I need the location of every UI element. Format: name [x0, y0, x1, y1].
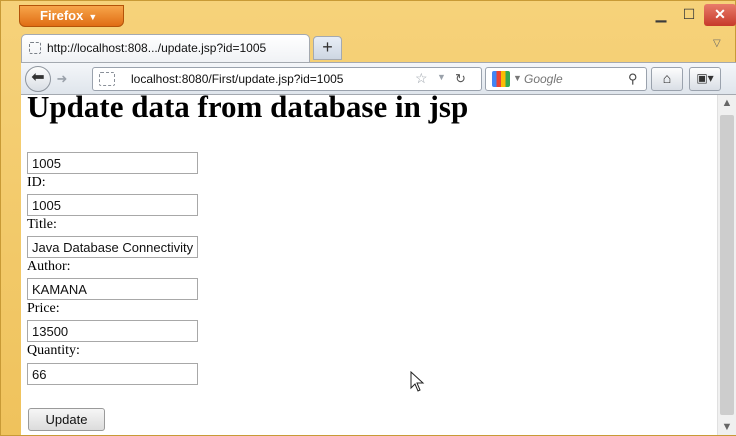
tab-update-jsp[interactable]: http://localhost:808.../update.jsp?id=10…: [21, 34, 310, 62]
address-bar[interactable]: localhost:8080/First/update.jsp?id=1005 …: [92, 67, 482, 91]
back-button[interactable]: ⬅: [25, 66, 51, 92]
chevron-down-icon: ▼: [88, 12, 98, 22]
vertical-scrollbar[interactable]: ▲ ▼: [717, 95, 736, 435]
page-title: Update data from database in jsp: [27, 95, 469, 124]
author-field[interactable]: [27, 278, 198, 300]
price-label: Price:: [27, 301, 60, 316]
tab-title: http://localhost:808.../update.jsp?id=10…: [47, 41, 267, 55]
mouse-pointer-icon: [410, 371, 425, 392]
forward-button[interactable]: ➜: [53, 70, 71, 88]
author-label: Author:: [27, 259, 71, 274]
tab-list-button[interactable]: ▽: [713, 38, 729, 49]
id-label: ID:: [27, 175, 46, 190]
scrollbar-thumb[interactable]: [720, 115, 734, 415]
browser-window: Firefox ▼ ▁ ☐ ✕ http://localhost:808.../u…: [0, 0, 736, 436]
navigation-toolbar: ⬅ ➜ localhost:8080/First/update.jsp?id=1…: [21, 62, 736, 95]
minimize-icon: ▁: [655, 6, 667, 22]
quantity-label: Quantity:: [27, 343, 80, 358]
hidden-id-field[interactable]: [27, 152, 198, 174]
page-content: Update data from database in jsp ID: Tit…: [21, 95, 717, 435]
page-favicon-icon: [29, 42, 41, 54]
maximize-button[interactable]: ☐: [676, 4, 702, 26]
title-field[interactable]: [27, 236, 198, 258]
bookmarks-icon: ▣▾: [696, 71, 714, 85]
close-icon: ✕: [714, 6, 726, 22]
home-button[interactable]: ⌂: [651, 67, 683, 91]
firefox-menu-button[interactable]: Firefox ▼: [19, 5, 124, 27]
google-logo-icon[interactable]: [492, 71, 510, 87]
home-icon: ⌂: [662, 70, 672, 86]
firefox-menu-label: Firefox: [40, 8, 84, 23]
scroll-down-icon[interactable]: ▼: [718, 421, 736, 433]
price-field[interactable]: [27, 320, 198, 342]
update-button[interactable]: Update: [28, 408, 105, 431]
search-icon[interactable]: ⚲: [628, 71, 638, 87]
id-field[interactable]: [27, 194, 198, 216]
close-button[interactable]: ✕: [704, 4, 736, 26]
forward-arrow-icon: ➜: [56, 71, 68, 86]
history-dropdown-icon[interactable]: ▼: [437, 72, 446, 82]
bookmark-star-icon[interactable]: ☆: [415, 70, 428, 87]
plus-icon: +: [322, 37, 333, 57]
chevron-down-icon: ▽: [713, 38, 721, 49]
title-bar: Firefox ▼ ▁ ☐ ✕: [1, 1, 736, 31]
site-identity-icon[interactable]: [99, 72, 115, 86]
new-tab-button[interactable]: +: [313, 36, 342, 60]
search-engine-dropdown-icon[interactable]: ▼: [513, 73, 522, 83]
minimize-button[interactable]: ▁: [648, 4, 674, 26]
search-input[interactable]: [524, 71, 614, 87]
maximize-icon: ☐: [682, 6, 696, 22]
scroll-up-icon[interactable]: ▲: [718, 97, 736, 109]
reload-icon[interactable]: ↻: [455, 71, 466, 87]
url-text[interactable]: localhost:8080/First/update.jsp?id=1005: [131, 72, 343, 86]
back-arrow-icon: ⬅: [31, 69, 45, 86]
search-bar[interactable]: ▼ ⚲: [485, 67, 647, 91]
bookmarks-button[interactable]: ▣▾: [689, 67, 721, 91]
tab-bar: http://localhost:808.../update.jsp?id=10…: [21, 34, 736, 62]
quantity-field[interactable]: [27, 363, 198, 385]
title-label: Title:: [27, 217, 57, 232]
